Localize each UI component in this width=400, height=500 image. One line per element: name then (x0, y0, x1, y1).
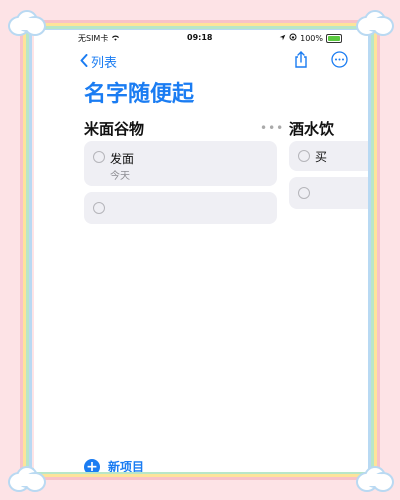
app-screen: 无SIM卡 09:18 100% 列表 名字随便起 米面谷物 ••• 发面 今天… (34, 30, 368, 472)
back-button[interactable]: 列表 (80, 52, 117, 71)
new-reminder-row[interactable] (84, 192, 277, 224)
more-options-icon[interactable] (330, 50, 348, 68)
cloud-decoration (4, 464, 46, 492)
reminder-item[interactable]: 买 (289, 141, 368, 171)
reminder-date: 今天 (110, 171, 130, 182)
status-bar: 无SIM卡 09:18 100% (34, 32, 368, 46)
orientation-lock-icon (289, 33, 297, 43)
back-label: 列表 (91, 56, 118, 71)
carrier-label: 无SIM卡 (78, 34, 109, 43)
nav-bar: 列表 (34, 50, 368, 71)
reminder-title: 买 (315, 150, 328, 164)
battery-icon (326, 33, 342, 43)
cloud-decoration (352, 8, 394, 36)
checkbox-circle-icon[interactable] (93, 202, 105, 214)
reminder-title: 发面 (110, 152, 135, 166)
cloud-decoration (352, 464, 394, 492)
column-title[interactable]: 酒水饮 (289, 118, 334, 139)
column-more-icon[interactable]: ••• (260, 121, 284, 135)
carrier-status: 无SIM卡 (78, 33, 120, 44)
page-title: 名字随便起 (84, 82, 195, 107)
new-reminder-row[interactable] (289, 177, 368, 209)
checkbox-circle-icon[interactable] (298, 150, 310, 162)
plus-circle-icon: + (84, 458, 100, 472)
column-title[interactable]: 米面谷物 (84, 118, 144, 139)
wifi-icon (111, 34, 120, 43)
location-icon (279, 34, 286, 43)
checkbox-circle-icon[interactable] (298, 187, 310, 199)
clock: 09:18 (187, 33, 213, 42)
battery-percent: 100% (300, 33, 323, 43)
reminder-item[interactable]: 发面 今天 (84, 141, 277, 186)
new-item-button[interactable]: + 新项目 (84, 458, 144, 472)
new-item-label: 新项目 (108, 460, 145, 472)
checkbox-circle-icon[interactable] (93, 151, 105, 163)
status-right: 100% (279, 33, 342, 43)
share-icon[interactable] (292, 50, 310, 68)
cloud-decoration (4, 8, 46, 36)
chevron-left-icon (80, 54, 88, 69)
